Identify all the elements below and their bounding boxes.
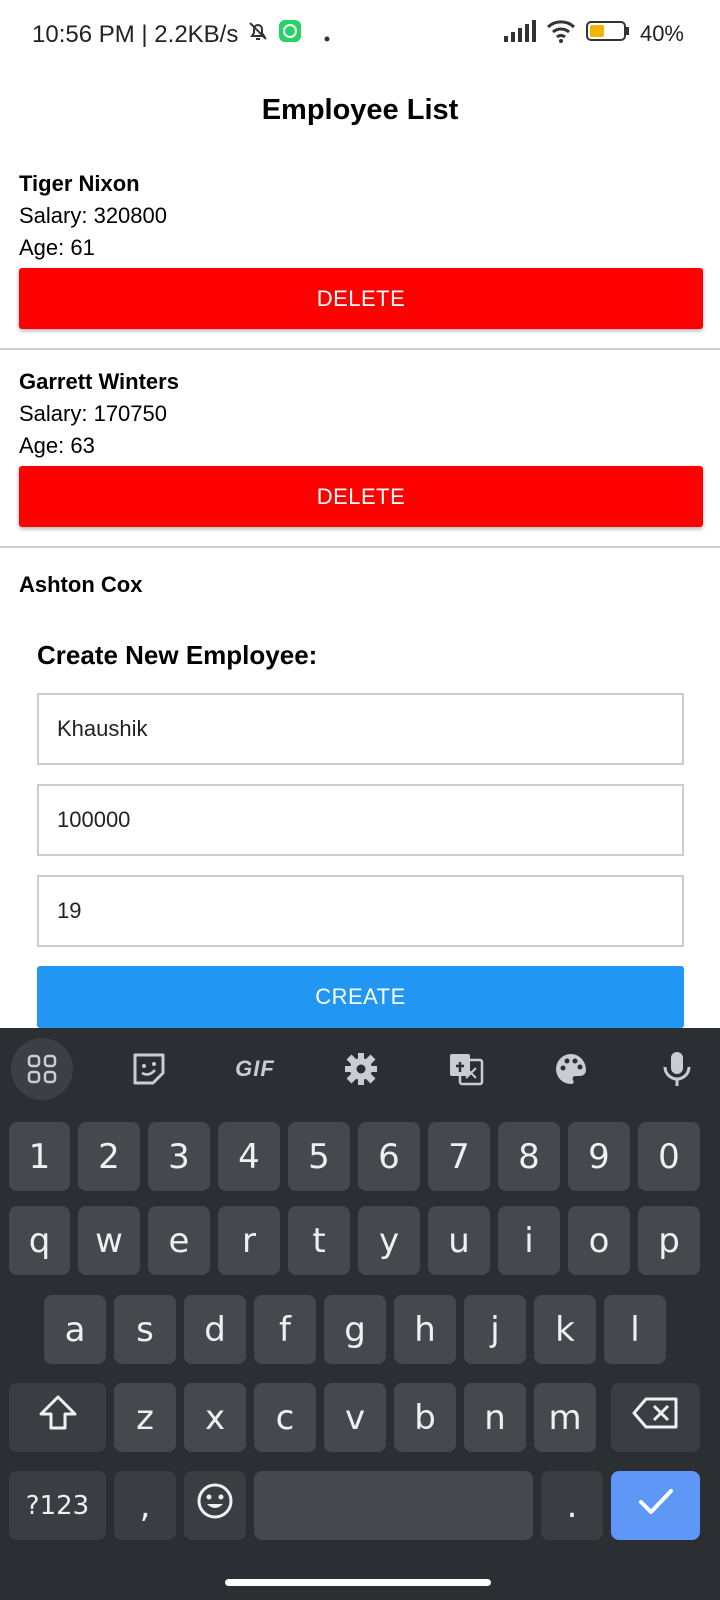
checkmark-icon: [638, 1486, 674, 1526]
key-s[interactable]: s: [114, 1295, 176, 1364]
symbols-key[interactable]: ?123: [9, 1471, 106, 1540]
mute-bell-icon: [246, 19, 270, 50]
keyboard: GIF 1 2 3 4 5 6 7 8 9 0 q w e r t y u i …: [0, 1028, 720, 1600]
salary-input[interactable]: [37, 784, 684, 856]
employee-name: Ashton Cox: [19, 572, 143, 597]
key-h[interactable]: h: [394, 1295, 456, 1364]
palette-icon[interactable]: [540, 1038, 602, 1100]
key-g[interactable]: g: [324, 1295, 386, 1364]
key-k[interactable]: k: [534, 1295, 596, 1364]
apps-grid-icon[interactable]: [11, 1038, 73, 1100]
dot-icon: [324, 21, 330, 49]
whatsapp-icon: [278, 19, 302, 50]
key-z[interactable]: z: [114, 1383, 176, 1452]
status-time: 10:56 PM | 2.2KB/s: [32, 20, 239, 48]
key-m[interactable]: m: [534, 1383, 596, 1452]
divider: [0, 348, 720, 350]
key-x[interactable]: x: [184, 1383, 246, 1452]
key-8[interactable]: 8: [498, 1122, 560, 1191]
shift-icon: [38, 1394, 78, 1441]
key-l[interactable]: l: [604, 1295, 666, 1364]
employee-salary: Salary: 170750: [19, 401, 167, 426]
status-bar: 10:56 PM | 2.2KB/s 40%: [0, 0, 720, 66]
key-n[interactable]: n: [464, 1383, 526, 1452]
space-key[interactable]: [254, 1471, 533, 1540]
backspace-key[interactable]: [611, 1383, 700, 1452]
comma-key[interactable]: ,: [114, 1471, 176, 1540]
create-heading: Create New Employee:: [37, 640, 318, 670]
key-r[interactable]: r: [218, 1206, 280, 1275]
key-b[interactable]: b: [394, 1383, 456, 1452]
home-indicator[interactable]: [225, 1579, 491, 1586]
period-key[interactable]: .: [541, 1471, 603, 1540]
key-6[interactable]: 6: [358, 1122, 420, 1191]
employee-age: Age: 63: [19, 433, 95, 458]
status-right: 40%: [503, 19, 684, 48]
battery-icon: [585, 20, 630, 47]
delete-button[interactable]: DELETE: [19, 466, 703, 527]
key-1[interactable]: 1: [9, 1122, 70, 1191]
signal-icon: [503, 20, 536, 47]
key-0[interactable]: 0: [638, 1122, 700, 1191]
key-5[interactable]: 5: [288, 1122, 350, 1191]
key-v[interactable]: v: [324, 1383, 386, 1452]
key-t[interactable]: t: [288, 1206, 350, 1275]
key-i[interactable]: i: [498, 1206, 560, 1275]
employee-name: Garrett Winters: [19, 369, 179, 394]
key-c[interactable]: c: [254, 1383, 316, 1452]
status-left: 10:56 PM | 2.2KB/s: [32, 19, 330, 50]
emoji-key[interactable]: [184, 1471, 246, 1540]
key-w[interactable]: w: [78, 1206, 140, 1275]
key-o[interactable]: o: [568, 1206, 630, 1275]
age-input[interactable]: [37, 875, 684, 947]
keyboard-toolbar: GIF: [0, 1028, 720, 1106]
gear-icon[interactable]: [330, 1038, 392, 1100]
key-q[interactable]: q: [9, 1206, 70, 1275]
name-input[interactable]: [37, 693, 684, 765]
employee-age: Age: 61: [19, 235, 95, 260]
sticker-icon[interactable]: [118, 1038, 180, 1100]
battery-text: 40%: [639, 20, 684, 46]
key-e[interactable]: e: [148, 1206, 210, 1275]
employee-salary: Salary: 320800: [19, 203, 167, 228]
key-9[interactable]: 9: [568, 1122, 630, 1191]
key-4[interactable]: 4: [218, 1122, 280, 1191]
key-2[interactable]: 2: [78, 1122, 140, 1191]
key-a[interactable]: a: [44, 1295, 106, 1364]
translate-icon[interactable]: [435, 1038, 497, 1100]
delete-button[interactable]: DELETE: [19, 268, 703, 329]
wifi-icon: [546, 19, 576, 48]
key-d[interactable]: d: [184, 1295, 246, 1364]
key-y[interactable]: y: [358, 1206, 420, 1275]
employee-name: Tiger Nixon: [19, 171, 140, 196]
key-f[interactable]: f: [254, 1295, 316, 1364]
key-7[interactable]: 7: [428, 1122, 490, 1191]
page-title: Employee List: [261, 94, 459, 126]
create-button[interactable]: CREATE: [37, 966, 684, 1028]
backspace-icon: [632, 1396, 680, 1439]
shift-key[interactable]: [9, 1383, 106, 1452]
key-j[interactable]: j: [464, 1295, 526, 1364]
key-3[interactable]: 3: [148, 1122, 210, 1191]
gif-label: GIF: [235, 1056, 275, 1081]
microphone-icon[interactable]: [646, 1038, 708, 1100]
enter-key[interactable]: [611, 1471, 700, 1540]
gif-icon[interactable]: GIF: [224, 1038, 286, 1100]
divider: [0, 546, 720, 548]
key-p[interactable]: p: [638, 1206, 700, 1275]
key-u[interactable]: u: [428, 1206, 490, 1275]
emoji-icon: [196, 1482, 234, 1529]
